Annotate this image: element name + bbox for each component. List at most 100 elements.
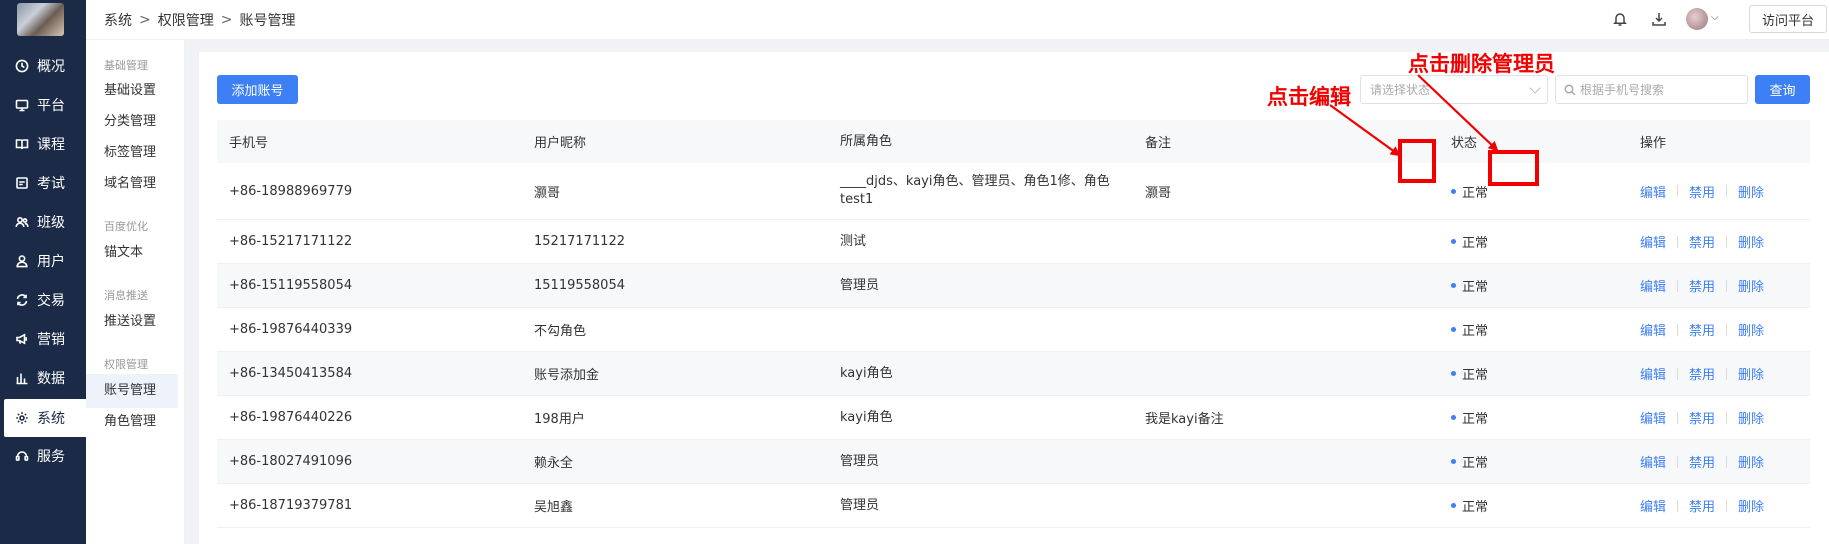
cell-nickname: 赖永全 — [534, 456, 574, 471]
edit-button[interactable]: 编辑 — [1640, 496, 1666, 515]
book-icon — [15, 137, 29, 151]
nav-item-monitor[interactable]: 平台 — [0, 86, 86, 124]
user-icon — [15, 254, 29, 268]
logo[interactable] — [17, 3, 64, 36]
nav-item-gear[interactable]: 系统 — [4, 399, 86, 437]
cell-status: 正常 — [1451, 308, 1488, 351]
table-row: +86-18719379781 吴旭鑫 管理员 正常 编辑 禁用 删除 — [217, 484, 1810, 528]
add-account-button[interactable]: 添加账号 — [217, 75, 298, 104]
cell-nickname: 198用户 — [534, 412, 585, 427]
cell-status: 正常 — [1451, 220, 1488, 263]
subnav-item[interactable]: 锚文本 — [86, 236, 178, 270]
action-divider — [1726, 279, 1728, 292]
disable-button[interactable]: 禁用 — [1689, 232, 1715, 251]
edit-button[interactable]: 编辑 — [1640, 364, 1666, 383]
edit-button[interactable]: 编辑 — [1640, 182, 1666, 201]
delete-button[interactable]: 删除 — [1738, 452, 1764, 471]
delete-button[interactable]: 删除 — [1738, 320, 1764, 339]
phone-search-input[interactable] — [1580, 82, 1740, 97]
avatar[interactable] — [1686, 8, 1708, 30]
status-select[interactable]: 请选择状态 — [1360, 75, 1548, 104]
action-divider — [1726, 235, 1728, 248]
nav-item-megaphone[interactable]: 营销 — [0, 320, 86, 358]
cell-status: 正常 — [1451, 163, 1488, 219]
chevron-right-icon: > — [139, 12, 151, 28]
nav-item-label: 课程 — [37, 137, 65, 153]
action-divider — [1726, 323, 1728, 336]
status-label: 正常 — [1462, 412, 1489, 427]
nav-item-label: 用户 — [37, 254, 65, 270]
cell-phone: +86-19876440339 — [229, 322, 353, 337]
accounts-table: 手机号 用户昵称 所属角色 备注 状态 操作 +86-18988969779 灏哥… — [217, 120, 1810, 528]
status-dot-icon — [1451, 327, 1456, 332]
nav-item-bar-chart[interactable]: 数据 — [0, 359, 86, 397]
subnav-item[interactable]: 基础设置 — [86, 74, 178, 108]
table-row: +86-13450413584 账号添加金 kayi角色 正常 编辑 禁用 删除 — [217, 352, 1810, 396]
disable-button[interactable]: 禁用 — [1689, 452, 1715, 471]
subnav-item[interactable]: 域名管理 — [86, 167, 178, 201]
delete-button[interactable]: 删除 — [1738, 496, 1764, 515]
edit-button[interactable]: 编辑 — [1640, 452, 1666, 471]
delete-button[interactable]: 删除 — [1738, 408, 1764, 427]
delete-button[interactable]: 删除 — [1738, 182, 1764, 201]
cell-status: 正常 — [1451, 484, 1488, 527]
subnav-item[interactable]: 推送设置 — [86, 305, 178, 339]
nav-item-label: 平台 — [37, 98, 65, 114]
edit-button[interactable]: 编辑 — [1640, 276, 1666, 295]
cell-nickname: 15119558054 — [534, 278, 625, 293]
download-icon[interactable] — [1649, 9, 1669, 29]
disable-button[interactable]: 禁用 — [1689, 408, 1715, 427]
delete-button[interactable]: 删除 — [1738, 276, 1764, 295]
subnav-item[interactable]: 分类管理 — [86, 105, 178, 139]
status-dot-icon — [1451, 239, 1456, 244]
cell-phone: +86-13450413584 — [229, 366, 353, 381]
column-header-actions: 操作 — [1640, 136, 1667, 151]
subnav-item[interactable]: 角色管理 — [86, 405, 178, 439]
nav-item-service[interactable]: 服务 — [0, 437, 86, 475]
disable-button[interactable]: 禁用 — [1689, 496, 1715, 515]
delete-button[interactable]: 删除 — [1738, 232, 1764, 251]
visit-platform-button[interactable]: 访问平台 — [1749, 5, 1827, 33]
status-label: 正常 — [1462, 500, 1489, 515]
subnav-item[interactable]: 标签管理 — [86, 136, 178, 170]
table-header-row: 手机号 用户昵称 所属角色 备注 状态 操作 — [217, 120, 1810, 163]
top-header: 系统 > 权限管理 > 账号管理 ⌵ 访问平台 — [86, 0, 1829, 40]
nav-item-exam[interactable]: 考试 — [0, 164, 86, 202]
nav-item-exchange[interactable]: 交易 — [0, 281, 86, 319]
group-icon — [15, 215, 29, 229]
cell-nickname: 15217171122 — [534, 234, 625, 249]
delete-button[interactable]: 删除 — [1738, 364, 1764, 383]
action-divider — [1677, 323, 1679, 336]
subnav-item[interactable]: 账号管理 — [86, 374, 178, 408]
action-divider — [1677, 499, 1679, 512]
table-row: +86-15217171122 15217171122 测试 正常 编辑 禁用 删除 — [217, 220, 1810, 264]
cell-actions: 编辑 禁用 删除 — [1640, 484, 1764, 527]
edit-button[interactable]: 编辑 — [1640, 408, 1666, 427]
bell-icon[interactable] — [1610, 9, 1630, 29]
disable-button[interactable]: 禁用 — [1689, 276, 1715, 295]
chevron-down-icon — [1529, 82, 1541, 94]
nav-item-label: 班级 — [37, 215, 65, 231]
nav-item-user[interactable]: 用户 — [0, 242, 86, 280]
table-row: +86-19876440339 不勾角色 正常 编辑 禁用 删除 — [217, 308, 1810, 352]
breadcrumb-item[interactable]: 权限管理 — [158, 10, 214, 30]
edit-button[interactable]: 编辑 — [1640, 320, 1666, 339]
status-label: 正常 — [1462, 368, 1489, 383]
disable-button[interactable]: 禁用 — [1689, 182, 1715, 201]
cell-actions: 编辑 禁用 删除 — [1640, 396, 1764, 439]
edit-button[interactable]: 编辑 — [1640, 232, 1666, 251]
query-button[interactable]: 查询 — [1755, 75, 1810, 104]
cell-nickname: 灏哥 — [534, 185, 561, 201]
edit-highlight-box — [1398, 139, 1436, 183]
nav-item-book[interactable]: 课程 — [0, 125, 86, 163]
breadcrumb-item[interactable]: 系统 — [104, 10, 132, 30]
chevron-down-icon[interactable]: ⌵ — [1711, 12, 1719, 23]
status-dot-icon — [1451, 188, 1456, 194]
subnav-group-title: 基础管理 — [104, 59, 148, 72]
nav-item-group[interactable]: 班级 — [0, 203, 86, 241]
disable-button[interactable]: 禁用 — [1689, 364, 1715, 383]
action-divider — [1726, 185, 1728, 197]
disable-button[interactable]: 禁用 — [1689, 320, 1715, 339]
nav-item-clock[interactable]: 概况 — [0, 47, 86, 85]
search-icon — [1564, 83, 1576, 96]
